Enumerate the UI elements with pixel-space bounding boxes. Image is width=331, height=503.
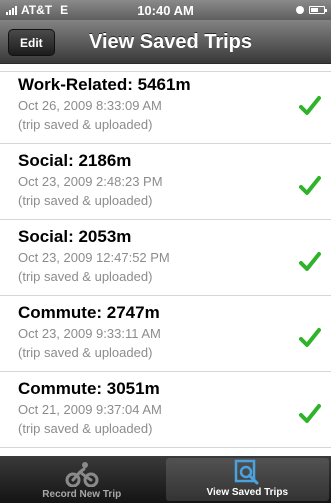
network-type: E	[60, 3, 69, 17]
trip-row[interactable]: Social: 2186m Oct 23, 2009 2:48:23 PM (t…	[0, 144, 331, 220]
navigation-bar: Edit View Saved Trips	[0, 20, 331, 64]
tab-label: Record New Trip	[42, 489, 122, 500]
checkmark-icon	[299, 328, 321, 347]
orientation-lock-icon	[296, 6, 304, 14]
page-title: View Saved Trips	[88, 30, 253, 53]
tab-view-saved-trips[interactable]: View Saved Trips	[165, 458, 329, 501]
trip-title: Commute: 3051m	[18, 379, 160, 398]
trip-row[interactable]: Commute: 2747m Oct 23, 2009 9:33:11 AM (…	[0, 296, 331, 372]
checkmark-icon	[299, 96, 321, 115]
trip-status: (trip saved & uploaded)	[18, 117, 153, 132]
trip-status: (trip saved & uploaded)	[18, 193, 153, 208]
trip-row[interactable]: Commute: 3051m Oct 21, 2009 9:37:04 AM (…	[0, 372, 331, 448]
tab-record-new-trip[interactable]: Record New Trip	[0, 456, 164, 503]
carrier-area: AT&T E	[6, 3, 68, 17]
edit-button[interactable]: Edit	[8, 29, 55, 56]
checkmark-icon	[299, 404, 321, 423]
trip-row[interactable]: Social: 2053m Oct 23, 2009 12:47:52 PM (…	[0, 220, 331, 296]
trip-date: Oct 21, 2009 9:37:04 AM	[18, 402, 162, 417]
trip-status: (trip saved & uploaded)	[18, 345, 153, 360]
trip-title: Social: 2053m	[18, 227, 132, 246]
trip-row[interactable]: Work-Related: 5461m Oct 26, 2009 8:33:09…	[0, 72, 331, 144]
trip-title: Commute: 2747m	[18, 303, 160, 322]
tab-label: View Saved Trips	[206, 487, 289, 498]
tab-bar: Record New Trip View Saved Trips	[0, 456, 331, 503]
trip-title: Social: 2186m	[18, 151, 132, 170]
trip-title: Work-Related: 5461m	[18, 75, 191, 94]
trip-date: Oct 26, 2009 8:33:09 AM	[18, 98, 162, 113]
trip-date: Oct 23, 2009 9:33:11 AM	[18, 326, 161, 341]
checkmark-icon	[299, 176, 321, 195]
trip-list-icon	[235, 459, 259, 485]
bicycle-icon	[65, 462, 99, 487]
trip-status: (trip saved & uploaded)	[18, 421, 153, 436]
carrier-name: AT&T	[21, 3, 53, 17]
checkmark-icon	[299, 252, 321, 271]
trip-status: (trip saved & uploaded)	[18, 269, 153, 284]
trip-list[interactable]: Work-Related: 5461m Oct 26, 2009 8:33:09…	[0, 64, 331, 456]
trip-date: Oct 23, 2009 12:47:52 PM	[18, 250, 170, 265]
status-bar: AT&T E 10:40 AM	[0, 0, 331, 20]
signal-strength-icon	[6, 5, 17, 15]
partial-trip-row[interactable]	[0, 64, 331, 72]
trip-date: Oct 23, 2009 2:48:23 PM	[18, 174, 163, 189]
battery-icon	[309, 6, 327, 14]
